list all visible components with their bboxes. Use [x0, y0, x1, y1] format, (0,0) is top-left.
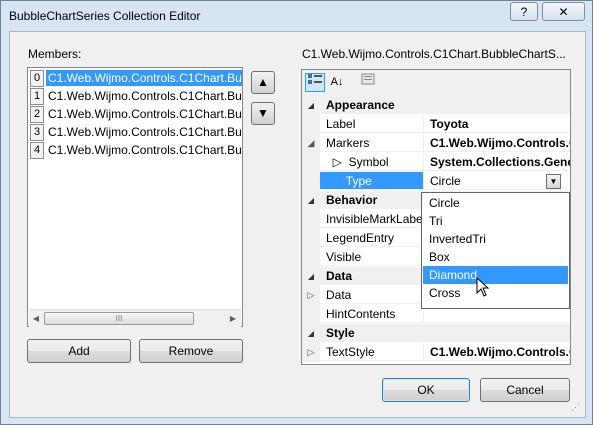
- property-category-row[interactable]: ◢ Appearance: [302, 96, 570, 115]
- property-row[interactable]: ◢ Markers C1.Web.Wijmo.Controls.C: [302, 134, 570, 153]
- property-pages-icon[interactable]: [358, 73, 378, 92]
- categorized-icon[interactable]: [305, 73, 325, 92]
- property-row[interactable]: Type Circle ▼: [302, 172, 570, 191]
- property-name: HintContents: [320, 305, 424, 323]
- property-name: Markers: [320, 134, 424, 152]
- list-item-text: C1.Web.Wijmo.Controls.C1Chart.Bub: [48, 89, 242, 103]
- property-value[interactable]: C1.Web.Wijmo.Controls.C: [424, 343, 570, 361]
- expand-collapse-icon: [302, 305, 320, 324]
- list-item-text: C1.Web.Wijmo.Controls.C1Chart.Bub: [48, 143, 242, 157]
- move-up-button[interactable]: ▲: [251, 71, 275, 94]
- property-name: Type: [320, 172, 424, 190]
- scroll-thumb[interactable]: III: [44, 312, 194, 325]
- add-button[interactable]: Add: [27, 339, 131, 363]
- property-name: Visible: [320, 248, 424, 266]
- property-name: InvisibleMarkLabel: [320, 210, 424, 228]
- help-button[interactable]: ?: [510, 2, 538, 21]
- type-dropdown-list[interactable]: Circle Tri InvertedTri Box Diamond Cross: [421, 192, 570, 309]
- list-item-index: 3: [30, 124, 44, 141]
- expand-collapse-icon: [302, 115, 320, 134]
- list-item-index: 1: [30, 88, 44, 105]
- list-item-index: 2: [30, 106, 44, 123]
- dropdown-arrow-icon[interactable]: ▼: [546, 174, 561, 189]
- members-label: Members:: [28, 47, 82, 61]
- list-item-text: C1.Web.Wijmo.Controls.C1Chart.Bub: [48, 125, 242, 139]
- remove-button[interactable]: Remove: [139, 339, 243, 363]
- expand-collapse-icon: [302, 172, 320, 191]
- dropdown-option[interactable]: Diamond: [423, 266, 568, 284]
- property-name: Label: [320, 115, 424, 133]
- property-category-row[interactable]: ◢ Style: [302, 324, 570, 343]
- property-name: LegendEntry: [320, 229, 424, 247]
- list-item-text: C1.Web.Wijmo.Controls.C1Chart.Bub: [48, 107, 242, 121]
- properties-label: C1.Web.Wijmo.Controls.C1Chart.BubbleChar…: [302, 47, 566, 61]
- property-name: TextStyle: [320, 343, 424, 361]
- dropdown-option[interactable]: Box: [423, 248, 568, 266]
- scroll-right-icon[interactable]: ▶: [227, 312, 239, 325]
- members-list-item[interactable]: 2 C1.Web.Wijmo.Controls.C1Chart.Bub: [29, 105, 242, 123]
- expand-collapse-icon[interactable]: ◢: [302, 191, 320, 210]
- ok-button[interactable]: OK: [382, 378, 470, 402]
- cancel-button[interactable]: Cancel: [480, 378, 570, 402]
- dropdown-option[interactable]: Circle: [423, 194, 568, 212]
- title-bar: BubbleChartSeries Collection Editor ? ✕: [1, 1, 592, 31]
- expand-collapse-icon[interactable]: ▷: [302, 286, 320, 305]
- property-row[interactable]: ▷ Symbol System.Collections.Gene: [302, 153, 570, 172]
- members-list-item[interactable]: 3 C1.Web.Wijmo.Controls.C1Chart.Bub: [29, 123, 242, 141]
- expand-collapse-icon: [302, 153, 320, 172]
- property-grid-toolbar: A↓: [302, 70, 570, 97]
- alphabetical-icon[interactable]: A↓: [327, 73, 347, 92]
- close-icon: ✕: [558, 4, 569, 19]
- mouse-cursor-icon: [476, 277, 490, 297]
- window-title: BubbleChartSeries Collection Editor: [9, 9, 201, 23]
- help-icon: ?: [520, 4, 528, 19]
- expand-collapse-icon: [302, 248, 320, 267]
- property-value[interactable]: System.Collections.Gene: [424, 153, 570, 171]
- property-name: Appearance: [320, 96, 570, 114]
- dropdown-option[interactable]: Cross: [423, 284, 568, 302]
- close-button[interactable]: ✕: [542, 2, 585, 21]
- list-item-index: 4: [30, 142, 44, 159]
- expand-collapse-icon[interactable]: ◢: [302, 324, 320, 343]
- dropdown-option[interactable]: InvertedTri: [423, 230, 568, 248]
- property-value[interactable]: C1.Web.Wijmo.Controls.C: [424, 134, 570, 152]
- resize-grip-icon[interactable]: ⋰: [571, 402, 581, 413]
- members-hscrollbar[interactable]: ◀ III ▶: [29, 309, 241, 327]
- members-list-item[interactable]: 4 C1.Web.Wijmo.Controls.C1Chart.Bub: [29, 141, 242, 159]
- collection-editor-window: BubbleChartSeries Collection Editor ? ✕ …: [0, 0, 593, 425]
- property-row[interactable]: ▷ TextStyle C1.Web.Wijmo.Controls.C: [302, 343, 570, 362]
- arrow-down-icon: ▼: [257, 106, 269, 120]
- dropdown-option[interactable]: Tri: [423, 212, 568, 230]
- property-name: Style: [320, 324, 570, 342]
- expand-collapse-icon[interactable]: ◢: [302, 134, 320, 153]
- list-item-index: 0: [30, 70, 44, 87]
- expand-collapse-icon[interactable]: ▷: [302, 343, 320, 362]
- members-listbox[interactable]: 0 C1.Web.Wijmo.Controls.C1Chart.Bub 1 C1.We…: [27, 67, 243, 327]
- expand-collapse-icon[interactable]: ◢: [302, 267, 320, 286]
- expand-collapse-icon: [302, 229, 320, 248]
- expand-collapse-icon[interactable]: ◢: [302, 96, 320, 115]
- members-list-item[interactable]: 0 C1.Web.Wijmo.Controls.C1Chart.Bub: [29, 69, 242, 87]
- move-down-button[interactable]: ▼: [251, 102, 275, 125]
- property-value[interactable]: Toyota: [424, 115, 570, 133]
- property-name: ▷ Symbol: [320, 153, 424, 171]
- property-row[interactable]: Label Toyota: [302, 115, 570, 134]
- property-name: Data: [320, 286, 424, 304]
- arrow-up-icon: ▲: [257, 75, 269, 89]
- scroll-left-icon[interactable]: ◀: [30, 312, 42, 325]
- list-item-text: C1.Web.Wijmo.Controls.C1Chart.Bub: [46, 70, 242, 86]
- members-list-item[interactable]: 1 C1.Web.Wijmo.Controls.C1Chart.Bub: [29, 87, 242, 105]
- expand-collapse-icon: [302, 210, 320, 229]
